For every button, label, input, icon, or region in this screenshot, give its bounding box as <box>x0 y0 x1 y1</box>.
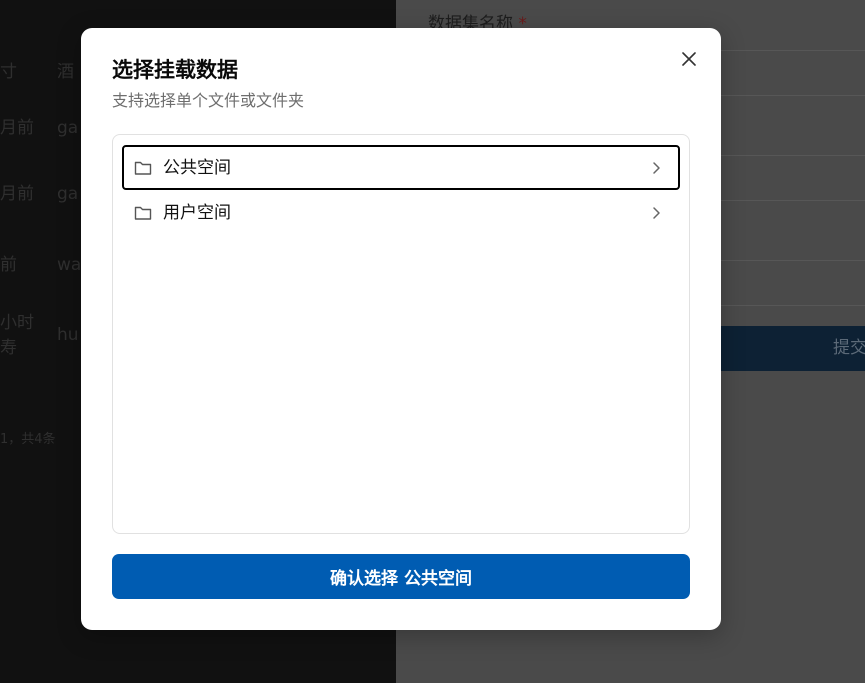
close-icon <box>682 52 696 66</box>
bg-row-name: wa <box>57 255 82 275</box>
bg-row-time-line2: 寿 <box>0 338 17 358</box>
dialog-subtitle: 支持选择单个文件或文件夹 <box>112 91 305 110</box>
confirm-selection-button[interactable]: 确认选择 公共空间 <box>112 554 690 599</box>
bg-row-name: hu <box>57 325 79 345</box>
bg-pagination-text: 1，共4条 <box>0 432 56 447</box>
file-tree: 公共空间 用户空间 <box>112 134 690 534</box>
bg-row-name: 酒 <box>57 62 74 82</box>
chevron-right-icon <box>653 207 660 219</box>
tree-item-label: 公共空间 <box>163 158 231 178</box>
bg-row-time: 小时 <box>0 313 34 333</box>
close-button[interactable] <box>678 48 700 70</box>
select-mount-data-dialog: 选择挂载数据 支持选择单个文件或文件夹 公共空间 用户空间 确认选择 公共空间 <box>81 28 721 630</box>
bg-row-name: ga <box>57 118 79 138</box>
tree-item-user-space[interactable]: 用户空间 <box>122 190 680 235</box>
chevron-right-icon <box>653 162 660 174</box>
bg-row-time: 前 <box>0 255 17 275</box>
folder-icon <box>134 206 152 220</box>
bg-submit-label: 提交 <box>833 338 865 358</box>
dialog-title: 选择挂载数据 <box>112 58 238 82</box>
confirm-button-prefix: 确认选择 <box>330 569 404 589</box>
bg-row-name: ga <box>57 184 79 204</box>
tree-item-label: 用户空间 <box>163 203 231 223</box>
bg-row-time: 月前 <box>0 118 34 138</box>
bg-row-time: 月前 <box>0 184 34 204</box>
folder-icon <box>134 161 152 175</box>
tree-item-public-space[interactable]: 公共空间 <box>122 145 680 190</box>
confirm-button-target: 公共空间 <box>403 569 472 589</box>
bg-row-time: 寸 <box>0 62 17 82</box>
